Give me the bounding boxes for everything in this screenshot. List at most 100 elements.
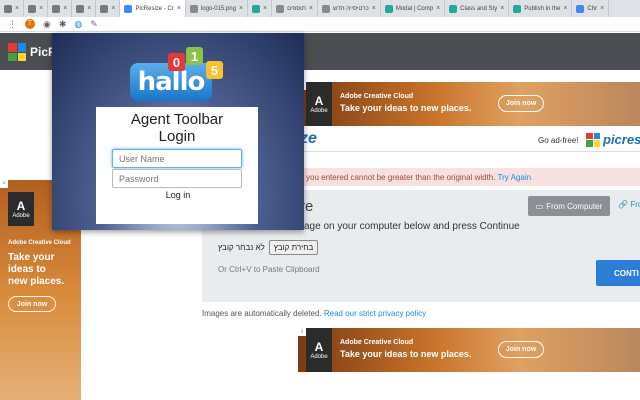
tab-favicon-icon bbox=[124, 4, 133, 13]
hallo-logo-digit-0: 0 bbox=[168, 53, 185, 71]
password-input[interactable] bbox=[112, 169, 242, 188]
tab-label: כרטיסייה חדש bbox=[332, 5, 369, 12]
tab-label: Class and Sty bbox=[460, 5, 498, 12]
tab-label: תוספים bbox=[287, 5, 306, 12]
tab-label: Chr bbox=[587, 5, 598, 12]
tab-close-icon[interactable]: × bbox=[600, 5, 604, 12]
tab-close-icon[interactable]: × bbox=[436, 5, 440, 12]
ad-banner-bottom[interactable]: i A Adobe Adobe Creative Cloud Take your … bbox=[298, 328, 640, 372]
ad-tagline-1: Take your bbox=[8, 252, 55, 263]
browser-tab[interactable]: × bbox=[48, 0, 73, 17]
adobe-logo: A Adobe bbox=[306, 328, 332, 372]
picresize-brand-bar: ze Go ad-free! picres bbox=[300, 128, 640, 152]
tab-close-icon[interactable]: × bbox=[239, 5, 243, 12]
ad-join-button[interactable]: Join now bbox=[8, 296, 56, 312]
agent-toolbar-popup: hallo 0 1 5 Agent Toolbar Login Log in bbox=[52, 33, 304, 230]
error-alert: you entered cannot be greater than the o… bbox=[300, 168, 640, 186]
browser-tab[interactable]: Modal | Comp × bbox=[381, 0, 446, 17]
ad-free-link[interactable]: Go ad-free! bbox=[538, 136, 578, 145]
tab-close-icon[interactable]: × bbox=[372, 5, 376, 12]
upload-instructions: age on your computer below and press Con… bbox=[304, 221, 520, 232]
login-button[interactable]: Log in bbox=[158, 190, 198, 200]
ad-tagline: Take your ideas to new places. bbox=[340, 103, 472, 113]
puzzle-icon[interactable]: ✱ bbox=[59, 19, 67, 29]
tab-close-icon[interactable]: × bbox=[263, 5, 267, 12]
extension-icon-2[interactable]: ◍ bbox=[74, 19, 82, 29]
tab-close-icon[interactable]: × bbox=[63, 5, 67, 12]
ad-title: Adobe Creative Cloud bbox=[340, 339, 414, 346]
picresize-logo-small[interactable]: picres bbox=[586, 132, 640, 147]
browser-tab-bar: × × × × × PicResize - Cr × logo-015.png × × תוספים… bbox=[0, 0, 640, 17]
browser-tab[interactable]: תוספים × bbox=[272, 0, 318, 17]
browser-tab[interactable]: × bbox=[24, 0, 49, 17]
browser-toolbar: ⋮ T ◉ ✱ ◍ ✎ bbox=[0, 17, 640, 32]
try-again-link[interactable]: Try Again bbox=[498, 173, 532, 182]
tab-label: PicResize - Cr bbox=[135, 5, 174, 12]
browser-tab[interactable]: × bbox=[248, 0, 273, 17]
tab-close-icon[interactable]: × bbox=[15, 5, 19, 12]
browser-tab[interactable]: × bbox=[0, 0, 25, 17]
tab-close-icon[interactable]: × bbox=[500, 5, 504, 12]
browser-tab[interactable]: logo-015.png × bbox=[186, 0, 249, 17]
from-computer-button[interactable]: ▭ From Computer bbox=[528, 196, 610, 216]
adobe-logo: A Adobe bbox=[306, 82, 332, 126]
tab-favicon-icon bbox=[52, 4, 61, 13]
picresize-logo-icon bbox=[586, 132, 600, 147]
tab-close-icon[interactable]: × bbox=[39, 5, 43, 12]
ad-info-icon[interactable]: i bbox=[298, 328, 306, 336]
file-input[interactable]: בחירת קובץ לא נבחר קובץ bbox=[218, 240, 319, 255]
profile-avatar[interactable]: T bbox=[25, 19, 35, 29]
browser-tab[interactable]: כרטיסייה חדש × bbox=[318, 0, 381, 17]
browser-tab[interactable]: × bbox=[96, 0, 121, 17]
tab-close-icon[interactable]: × bbox=[309, 5, 313, 12]
from-url-link[interactable]: 🔗 Fro bbox=[618, 200, 640, 209]
hallo-logo-digit-5: 5 bbox=[206, 61, 223, 79]
browser-tab[interactable]: PicResize - Cr × bbox=[120, 0, 186, 17]
picresize-logo-icon bbox=[8, 43, 26, 61]
ad-close-icon[interactable]: × bbox=[0, 180, 8, 188]
browser-tab[interactable]: Class and Sty × bbox=[445, 0, 510, 17]
ad-banner-top[interactable]: i AAdobe Adobe Creative Cloud Take your … bbox=[298, 82, 640, 126]
ad-join-button[interactable]: Join now bbox=[498, 95, 544, 112]
tab-favicon-icon bbox=[189, 4, 198, 13]
login-title: Agent Toolbar Login bbox=[130, 111, 224, 145]
tab-close-icon[interactable]: × bbox=[87, 5, 91, 12]
tab-favicon-icon bbox=[384, 4, 393, 13]
ad-tagline: Take your ideas to new places. bbox=[340, 349, 472, 359]
file-status: לא נבחר קובץ bbox=[218, 243, 265, 252]
privacy-note: Images are automatically deleted. Read o… bbox=[202, 309, 427, 318]
browser-tab[interactable]: Chr × bbox=[572, 0, 610, 17]
link-icon: 🔗 bbox=[618, 200, 628, 209]
ad-title: Adobe Creative Cloud bbox=[340, 93, 414, 100]
continue-button[interactable]: CONTI bbox=[596, 260, 640, 286]
paste-hint: Or Ctrl+V to Paste Clipboard bbox=[218, 265, 320, 274]
adobe-logo: A Adobe bbox=[8, 192, 34, 226]
extension-icon-1[interactable]: ◉ bbox=[43, 19, 51, 29]
extension-icon-3[interactable]: ✎ bbox=[90, 19, 98, 29]
hallo-015-logo: hallo 0 1 5 bbox=[128, 41, 228, 103]
tab-close-icon[interactable]: × bbox=[177, 5, 181, 12]
tab-favicon-icon bbox=[76, 4, 85, 13]
privacy-policy-link[interactable]: Read our strict privacy policy bbox=[324, 309, 426, 318]
browser-tab[interactable]: × bbox=[72, 0, 97, 17]
ad-join-button[interactable]: Join now bbox=[498, 341, 544, 358]
tab-favicon-icon bbox=[276, 4, 285, 13]
ad-title: Adobe Creative Cloud bbox=[8, 240, 71, 246]
tab-favicon-icon bbox=[100, 4, 109, 13]
menu-dots-icon[interactable]: ⋮ bbox=[8, 19, 17, 29]
tab-favicon-icon bbox=[252, 4, 261, 13]
browser-tab[interactable]: Publish in the × bbox=[509, 0, 573, 17]
tab-label: Modal | Comp bbox=[395, 5, 434, 12]
tab-close-icon[interactable]: × bbox=[563, 5, 567, 12]
tab-favicon-icon bbox=[28, 4, 37, 13]
tab-close-icon[interactable]: × bbox=[111, 5, 115, 12]
tab-favicon-icon bbox=[513, 4, 522, 13]
tab-favicon-icon bbox=[576, 4, 585, 13]
tab-favicon-icon bbox=[449, 4, 458, 13]
choose-file-button[interactable]: בחירת קובץ bbox=[268, 240, 319, 255]
hallo-logo-digit-1: 1 bbox=[186, 47, 203, 65]
ad-tagline-2: ideas to bbox=[8, 264, 46, 275]
ad-tagline-3: new places. bbox=[8, 276, 65, 287]
tab-label: Publish in the bbox=[524, 5, 561, 12]
username-input[interactable] bbox=[112, 149, 242, 168]
